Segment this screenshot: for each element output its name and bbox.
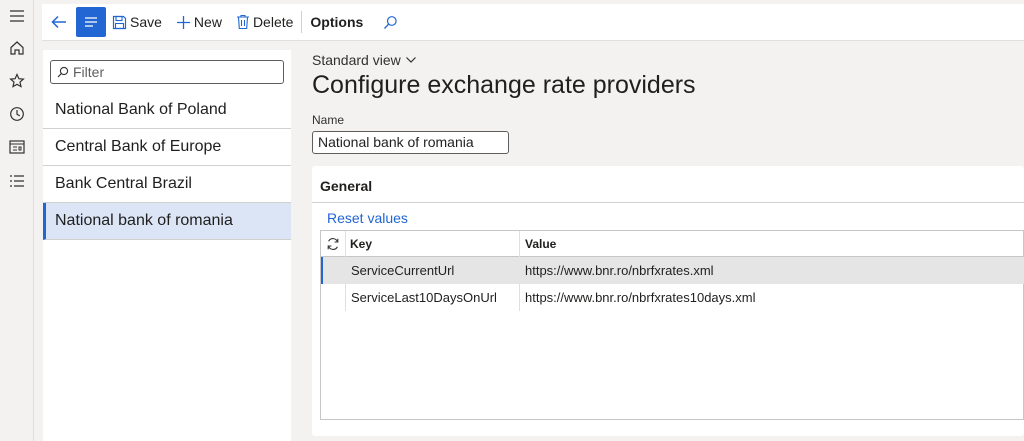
list-item-label: Bank Central Brazil	[55, 175, 192, 192]
filter-placeholder: Filter	[73, 64, 105, 80]
options-button[interactable]: Options	[310, 7, 363, 37]
section-title[interactable]: General	[320, 178, 372, 194]
delete-button[interactable]: Delete	[236, 7, 293, 37]
plus-icon	[176, 15, 191, 30]
column-header-value[interactable]: Value	[525, 231, 556, 257]
hamburger-icon[interactable]	[4, 3, 30, 29]
clock-icon[interactable]	[4, 101, 30, 127]
section-divider	[312, 202, 1024, 203]
name-field[interactable]: National bank of romania	[312, 131, 509, 154]
view-selector-label: Standard view	[312, 52, 401, 68]
trash-icon	[236, 14, 250, 30]
cell-value: https://www.bnr.ro/nbrfxrates10days.xml	[525, 290, 756, 305]
cell-key: ServiceCurrentUrl	[351, 263, 455, 278]
list-item[interactable]: Bank Central Brazil	[43, 166, 291, 203]
list-item-label: Central Bank of Europe	[55, 138, 222, 155]
main-content: Standard view Configure exchange rate pr…	[292, 41, 1024, 441]
general-section: General Reset values Key Value ServiceCu…	[312, 166, 1024, 436]
chevron-down-icon	[405, 57, 416, 63]
provider-list: National Bank of Poland Central Bank of …	[43, 92, 291, 240]
new-label: New	[193, 14, 222, 30]
back-button[interactable]	[42, 7, 76, 37]
arrow-left-icon	[51, 15, 66, 29]
table-row[interactable]: ServiceLast10DaysOnUrl https://www.bnr.r…	[321, 284, 1024, 311]
list-item-label: National Bank of Poland	[55, 101, 227, 118]
list-icon[interactable]	[4, 168, 30, 194]
toolbar-divider	[301, 11, 303, 33]
list-item-label: National bank of romania	[55, 212, 233, 229]
search-button[interactable]	[383, 7, 398, 37]
refresh-icon[interactable]	[326, 231, 340, 257]
list-item-selected[interactable]: National bank of romania	[43, 203, 291, 240]
row-selection-marker	[321, 257, 323, 284]
save-icon	[112, 15, 127, 30]
action-menu-button[interactable]	[76, 7, 106, 37]
list-item[interactable]: National Bank of Poland	[43, 92, 291, 129]
home-icon[interactable]	[4, 35, 30, 61]
search-icon	[384, 15, 397, 29]
provider-list-panel: Filter National Bank of Poland Central B…	[43, 50, 291, 441]
filter-input[interactable]: Filter	[50, 60, 284, 84]
reset-values-button[interactable]: Reset values	[327, 210, 408, 226]
search-icon	[57, 66, 69, 78]
delete-label: Delete	[252, 14, 294, 30]
view-selector[interactable]: Standard view	[312, 52, 417, 68]
name-label: Name	[312, 113, 345, 127]
nav-rail	[0, 0, 34, 441]
lines-icon	[85, 17, 97, 27]
save-button[interactable]: Save	[112, 7, 162, 37]
save-label: Save	[130, 14, 162, 30]
key-value-grid: Key Value ServiceCurrentUrl https://www.…	[320, 230, 1024, 420]
new-button[interactable]: New	[176, 7, 222, 37]
action-bar: Save New Delete Options	[42, 4, 1024, 41]
grid-header: Key Value	[321, 231, 1024, 257]
table-row[interactable]: ServiceCurrentUrl https://www.bnr.ro/nbr…	[321, 257, 1024, 284]
workspace-icon[interactable]	[4, 134, 30, 160]
column-header-key[interactable]: Key	[350, 231, 372, 257]
star-icon[interactable]	[4, 68, 30, 94]
page-title: Configure exchange rate providers	[312, 71, 696, 99]
list-item[interactable]: Central Bank of Europe	[43, 129, 291, 166]
cell-value: https://www.bnr.ro/nbrfxrates.xml	[525, 263, 714, 278]
cell-key: ServiceLast10DaysOnUrl	[351, 290, 497, 305]
